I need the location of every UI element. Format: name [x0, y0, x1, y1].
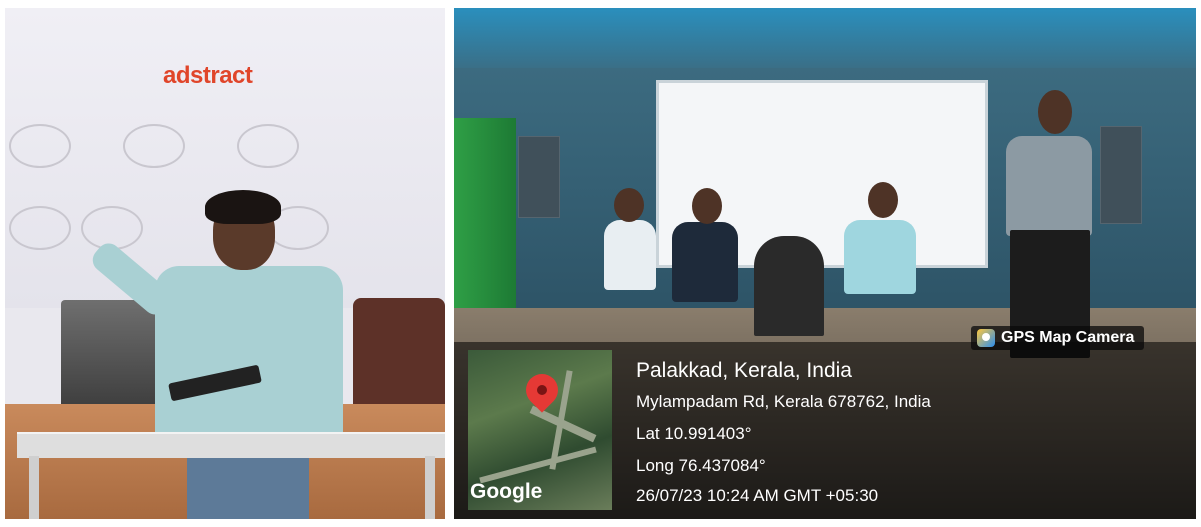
- panelist: [604, 220, 656, 290]
- moderator: [1006, 136, 1092, 236]
- location-address: Mylampadam Rd, Kerala 678762, India: [636, 392, 931, 411]
- speaker-box: [1100, 126, 1142, 224]
- empty-chair: [754, 236, 824, 336]
- table-leg: [425, 456, 435, 519]
- map-road: [479, 446, 597, 484]
- satellite-map: Google: [468, 350, 612, 510]
- table-leg: [29, 456, 39, 519]
- presenter-hair: [205, 190, 281, 224]
- moderator-head: [1038, 90, 1072, 134]
- right-photo: GPS Map Camera Google Palakkad, Kerala, …: [454, 8, 1196, 519]
- gps-map-camera-badge: GPS Map Camera: [971, 326, 1145, 350]
- latitude: Lat 10.991403°: [636, 424, 752, 443]
- google-logo: Google: [470, 480, 543, 503]
- map-pin-icon: [977, 329, 995, 347]
- presenter: [155, 266, 343, 454]
- chair: [353, 298, 445, 418]
- wall-decoration: [9, 206, 71, 250]
- wall-decoration: [9, 124, 71, 168]
- left-photo: adstract: [5, 8, 445, 519]
- panelist: [672, 222, 738, 302]
- location-title: Palakkad, Kerala, India: [636, 359, 852, 382]
- badge-label: GPS Map Camera: [1001, 329, 1135, 346]
- datetime: 26/07/23 10:24 AM GMT +05:30: [636, 486, 879, 505]
- table: [17, 432, 445, 458]
- wall-decoration: [237, 124, 299, 168]
- speaker-box: [518, 136, 560, 218]
- panelist: [844, 220, 916, 294]
- location-pin-icon: [519, 367, 565, 413]
- panelist-head: [614, 188, 644, 222]
- longitude: Long 76.437084°: [636, 456, 766, 475]
- adstract-logo: adstract: [163, 62, 253, 89]
- panelist-head: [692, 188, 722, 224]
- ceiling: [454, 8, 1196, 68]
- panelist-head: [868, 182, 898, 218]
- wall-decoration: [123, 124, 185, 168]
